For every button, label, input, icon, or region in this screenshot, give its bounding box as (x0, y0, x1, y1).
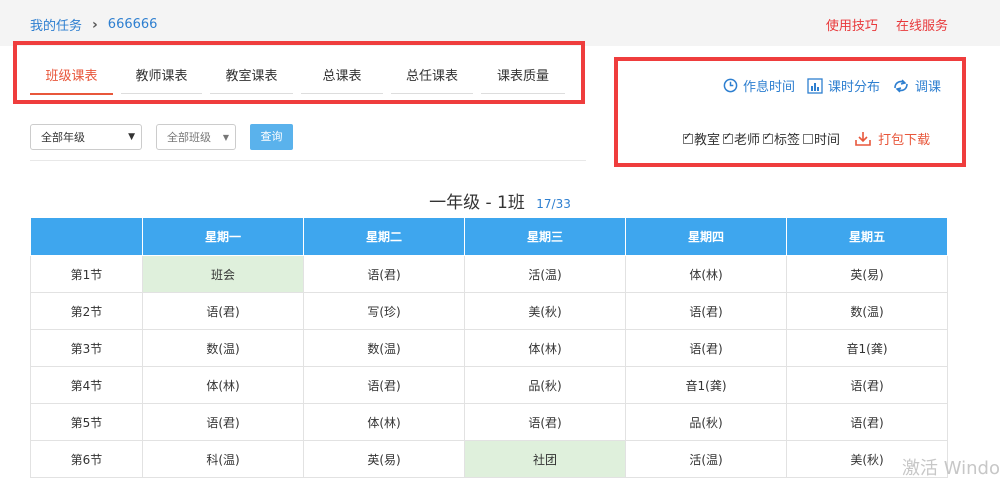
period-label: 第6节 (30, 440, 143, 478)
lesson-cell[interactable]: 活(温) (625, 440, 787, 478)
lesson-cell[interactable]: 活(温) (464, 255, 626, 293)
lesson-cell[interactable]: 体(林) (625, 255, 787, 293)
divider (30, 160, 586, 161)
header-day: 星期四 (625, 217, 787, 256)
lesson-cell[interactable]: 体(林) (303, 403, 465, 441)
lesson-cell[interactable]: 美(秋) (464, 292, 626, 330)
table-header-row: 星期一 星期二 星期三 星期四 星期五 (30, 217, 948, 256)
timetable-title: 一年级 - 1班 17/33 (0, 188, 1000, 213)
filter-bar: 全部年级 ▼ 全部班级 ▼ 查询 (30, 124, 293, 150)
header-day: 星期一 (142, 217, 304, 256)
period-label: 第5节 (30, 403, 143, 441)
activation-watermark: 激活 Windo (902, 458, 1000, 479)
lesson-cell[interactable]: 科(温) (142, 440, 304, 478)
annotation-box-operations (614, 57, 966, 167)
caret-down-icon: ▼ (222, 132, 229, 142)
header-corner (30, 217, 143, 256)
period-label: 第4节 (30, 366, 143, 404)
lesson-cell[interactable]: 英(易) (786, 255, 948, 293)
period-label: 第3节 (30, 329, 143, 367)
top-links: 使用技巧 在线服务 (812, 15, 948, 34)
page-indicator: 17/33 (536, 197, 571, 211)
class-select-value: 全部班级 (167, 131, 211, 144)
lesson-cell[interactable]: 品(秋) (464, 366, 626, 404)
query-button[interactable]: 查询 (250, 124, 293, 150)
lesson-cell[interactable]: 语(君) (303, 366, 465, 404)
period-label: 第2节 (30, 292, 143, 330)
lesson-cell[interactable]: 写(珍) (303, 292, 465, 330)
annotation-box-tabs (13, 41, 585, 104)
lesson-cell[interactable]: 音1(龚) (786, 329, 948, 367)
online-service-link[interactable]: 在线服务 (896, 19, 948, 34)
header-day: 星期五 (786, 217, 948, 256)
table-row: 第2节 语(君) 写(珍) 美(秋) 语(君) 数(温) (30, 292, 948, 330)
lesson-cell[interactable]: 体(林) (464, 329, 626, 367)
lesson-cell[interactable]: 数(温) (303, 329, 465, 367)
table-row: 第3节 数(温) 数(温) 体(林) 语(君) 音1(龚) (30, 329, 948, 367)
lesson-cell[interactable]: 语(君) (786, 403, 948, 441)
class-select[interactable]: 全部班级 ▼ (156, 124, 236, 150)
lesson-cell[interactable]: 品(秋) (625, 403, 787, 441)
table-row: 第4节 体(林) 语(君) 品(秋) 音1(龚) 语(君) (30, 366, 948, 404)
header-day: 星期二 (303, 217, 465, 256)
tips-link[interactable]: 使用技巧 (826, 19, 878, 34)
period-label: 第1节 (30, 255, 143, 293)
breadcrumb-current[interactable]: 666666 (108, 17, 158, 32)
lesson-cell[interactable]: 数(温) (142, 329, 304, 367)
lesson-cell[interactable]: 数(温) (786, 292, 948, 330)
lesson-cell[interactable]: 英(易) (303, 440, 465, 478)
header-day: 星期三 (464, 217, 626, 256)
table-row: 第6节 科(温) 英(易) 社团 活(温) 美(秋) (30, 440, 948, 478)
breadcrumb: 我的任务 › 666666 (30, 15, 158, 35)
grade-select-value: 全部年级 (41, 131, 85, 144)
lesson-cell[interactable]: 社团 (464, 440, 626, 478)
chevron-right-icon: › (92, 16, 98, 33)
lesson-cell[interactable]: 体(林) (142, 366, 304, 404)
breadcrumb-my-tasks[interactable]: 我的任务 (30, 15, 82, 34)
lesson-cell[interactable]: 语(君) (142, 403, 304, 441)
lesson-cell[interactable]: 语(君) (786, 366, 948, 404)
class-timetable: 星期一 星期二 星期三 星期四 星期五 第1节 班会 语(君) 活(温) 体(林… (30, 217, 948, 478)
table-row: 第5节 语(君) 体(林) 语(君) 品(秋) 语(君) (30, 403, 948, 441)
lesson-cell[interactable]: 语(君) (142, 292, 304, 330)
top-bar: 我的任务 › 666666 使用技巧 在线服务 (0, 0, 1000, 46)
lesson-cell[interactable]: 语(君) (303, 255, 465, 293)
lesson-cell[interactable]: 班会 (142, 255, 304, 293)
lesson-cell[interactable]: 语(君) (625, 329, 787, 367)
caret-down-icon: ▼ (128, 132, 135, 142)
table-row: 第1节 班会 语(君) 活(温) 体(林) 英(易) (30, 255, 948, 293)
lesson-cell[interactable]: 语(君) (464, 403, 626, 441)
lesson-cell[interactable]: 音1(龚) (625, 366, 787, 404)
lesson-cell[interactable]: 语(君) (625, 292, 787, 330)
timetable-class-name: 一年级 - 1班 (429, 193, 525, 213)
grade-select[interactable]: 全部年级 ▼ (30, 124, 142, 150)
